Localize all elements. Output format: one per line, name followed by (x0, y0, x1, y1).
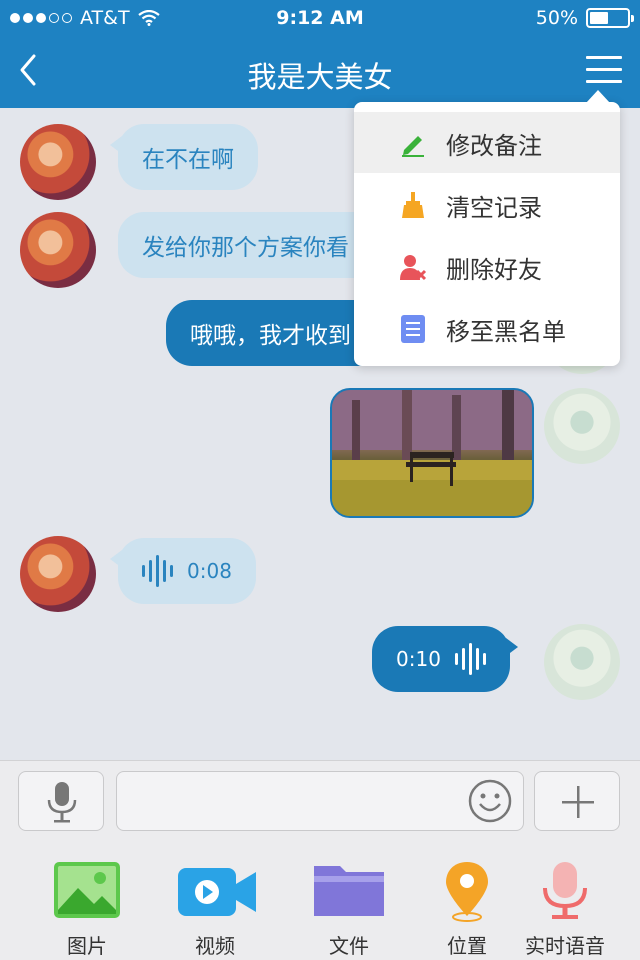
video-icon (178, 868, 256, 916)
options-dropdown: 修改备注 清空记录 删除好友 移至黑名单 (354, 90, 620, 366)
message-input[interactable] (116, 771, 524, 831)
voice-input-button[interactable] (18, 771, 104, 831)
delete-user-icon (400, 255, 427, 281)
battery-icon (586, 8, 634, 28)
tool-label: 图片 (67, 934, 107, 958)
menu-item-label: 移至黑名单 (446, 318, 566, 346)
menu-item-move-to-blacklist[interactable]: 移至黑名单 (354, 298, 620, 359)
contact-avatar[interactable] (20, 536, 96, 612)
menu-item-label: 删除好友 (446, 256, 542, 284)
menu-item-clear-history[interactable]: 清空记录 (354, 174, 620, 235)
voice-message-incoming[interactable]: 0:08 (110, 538, 256, 604)
message-image[interactable] (330, 388, 534, 518)
attachment-toolbar: 图片 视频 文件 位置 实时语音 (0, 842, 640, 960)
tool-label: 视频 (195, 934, 235, 958)
voice-duration: 0:10 (396, 647, 441, 671)
input-bar (0, 760, 640, 842)
pencil-icon (402, 136, 424, 157)
park-bench-image (332, 390, 532, 516)
status-right: 50% (535, 7, 634, 29)
chat-title: 我是大美女 (247, 60, 393, 94)
contact-avatar[interactable] (20, 124, 96, 200)
tool-label: 实时语音 (525, 934, 605, 958)
my-avatar[interactable] (544, 624, 620, 700)
voice-wave-icon (142, 555, 173, 587)
nav-bar: 我是大美女 (0, 36, 640, 108)
tool-label: 位置 (447, 934, 487, 958)
my-avatar[interactable] (544, 388, 620, 464)
menu-item-label: 清空记录 (446, 194, 542, 222)
message-bubble-incoming[interactable]: 在不在啊 (110, 124, 258, 190)
tool-label: 文件 (329, 934, 369, 958)
location-icon (446, 862, 488, 922)
voice-message-outgoing[interactable]: 0:10 (372, 626, 518, 692)
folder-icon (314, 866, 384, 916)
broom-icon (402, 192, 424, 218)
battery-percent: 50% (535, 7, 578, 29)
header: AT&T 9:12 AM 50% 我是大美女 (0, 0, 640, 108)
menu-item-delete-friend[interactable]: 删除好友 (354, 236, 620, 297)
voice-duration: 0:08 (187, 559, 232, 583)
microphone-icon (543, 862, 587, 919)
picture-icon (54, 862, 120, 918)
voice-wave-icon (454, 643, 486, 675)
menu-icon[interactable] (586, 56, 622, 86)
contact-avatar[interactable] (20, 212, 96, 288)
message-text: 在不在啊 (142, 147, 234, 173)
message-text: 发给你那个方案你看 (142, 235, 349, 261)
list-icon (401, 315, 425, 343)
emoji-icon[interactable] (467, 778, 513, 824)
message-text: 哦哦，我才收到 (190, 323, 351, 349)
status-bar: AT&T 9:12 AM 50% (0, 0, 640, 36)
microphone-icon (47, 782, 77, 823)
menu-item-edit-remark[interactable]: 修改备注 (354, 112, 620, 173)
more-options-button[interactable] (534, 771, 620, 831)
menu-item-label: 修改备注 (446, 132, 542, 160)
plus-icon (562, 786, 594, 818)
